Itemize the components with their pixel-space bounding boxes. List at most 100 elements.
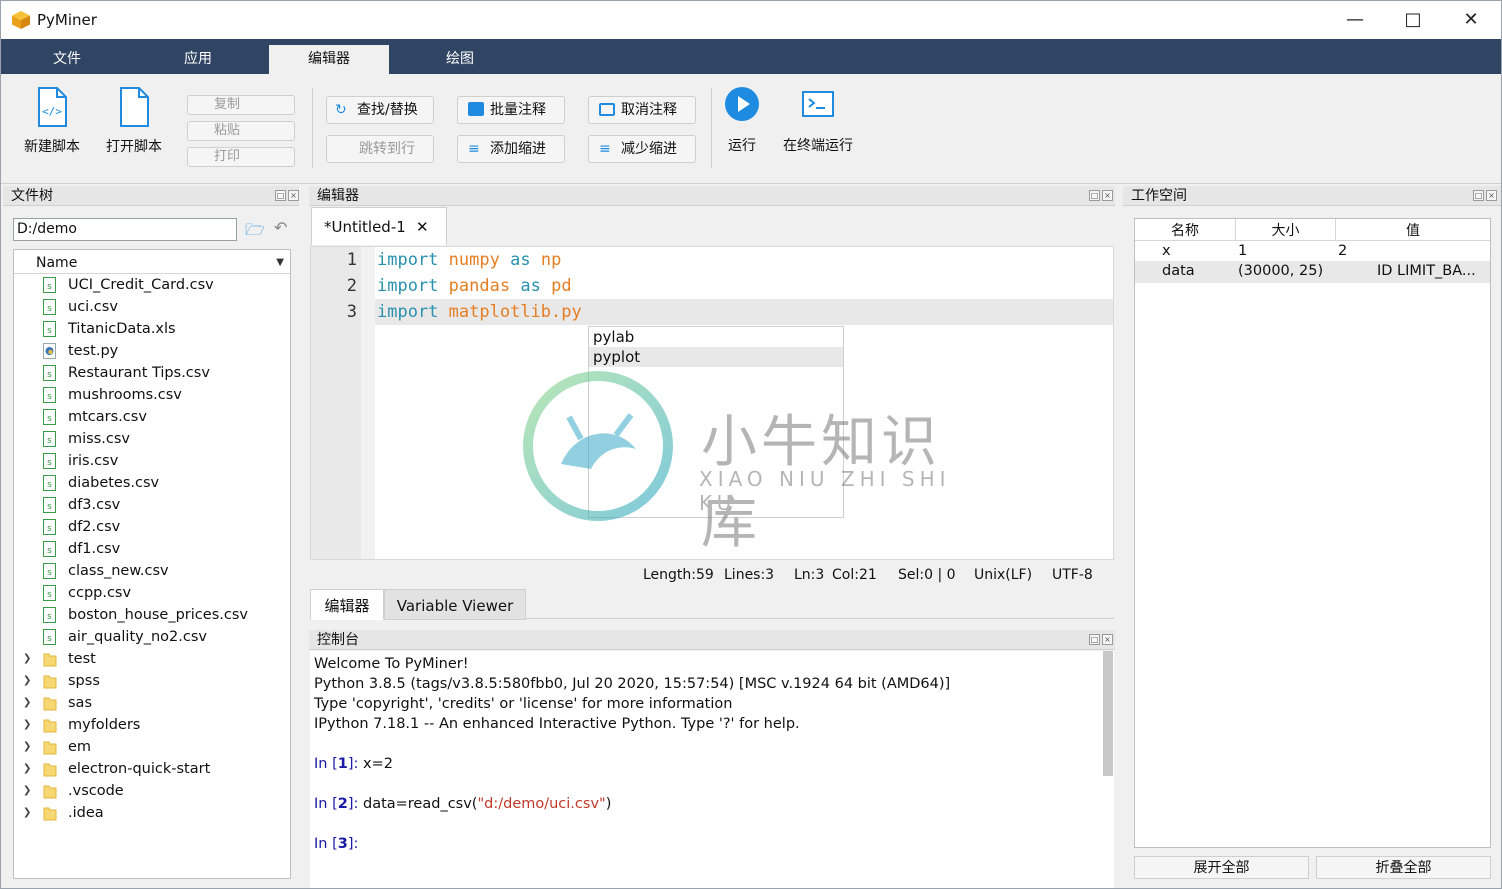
tree-item-label: class_new.csv [68, 563, 169, 579]
tree-file-item[interactable]: s mushrooms.csv [14, 384, 290, 406]
close-icon[interactable]: × [1486, 190, 1497, 201]
open-script-button[interactable]: 打开脚本 [101, 86, 167, 156]
workspace-cell[interactable]: ID LIMIT_BA... [1377, 263, 1476, 279]
tree-file-item[interactable]: s boston_house_prices.csv [14, 604, 290, 626]
minimize-button[interactable]: — [1326, 1, 1384, 39]
chevron-right-icon[interactable]: ❯ [23, 670, 31, 692]
tree-file-item[interactable]: s iris.csv [14, 450, 290, 472]
float-icon[interactable]: □ [275, 190, 286, 201]
new-script-icon: </> [38, 87, 67, 127]
goto-line-button[interactable]: 跳转到行 [326, 135, 434, 163]
console-input-3[interactable]: In [3]: [314, 836, 358, 852]
chevron-right-icon[interactable]: ❯ [23, 802, 31, 824]
tree-item-label: diabetes.csv [68, 475, 160, 491]
autocomplete-item[interactable]: pyplot [589, 347, 843, 367]
tree-item-label: .vscode [68, 783, 124, 799]
workspace-cell[interactable]: 2 [1338, 243, 1347, 259]
workspace-col-size[interactable]: 大小 [1236, 219, 1336, 241]
spreadsheet-file-icon: s [43, 629, 56, 645]
tree-file-item[interactable]: s Restaurant Tips.csv [14, 362, 290, 384]
tree-folder-item[interactable]: ❯ .idea [14, 802, 290, 824]
open-folder-icon[interactable]: 🗁 [245, 219, 265, 246]
refresh-icon[interactable]: ↶ [274, 218, 287, 237]
tree-header[interactable]: Name ▼ [14, 250, 290, 274]
chevron-right-icon[interactable]: ❯ [23, 780, 31, 802]
tree-file-item[interactable]: s df3.csv [14, 494, 290, 516]
tree-file-item[interactable]: s ccpp.csv [14, 582, 290, 604]
ipython-console[interactable]: Welcome To PyMiner! Python 3.8.5 (tags/v… [310, 651, 1114, 888]
tree-item-label: miss.csv [68, 431, 130, 447]
toolbar-divider [711, 88, 712, 168]
autocomplete-item[interactable]: pylab [589, 327, 843, 347]
tab-apps[interactable]: 应用 [158, 39, 238, 74]
sort-down-icon: ▼ [276, 257, 284, 268]
chevron-right-icon[interactable]: ❯ [23, 714, 31, 736]
chevron-right-icon[interactable]: ❯ [23, 758, 31, 780]
paste-button[interactable]: 粘贴 [187, 121, 295, 141]
workspace-col-value[interactable]: 值 [1336, 219, 1490, 241]
workspace-cell[interactable]: x [1162, 243, 1171, 259]
tree-item-label: sas [68, 695, 92, 711]
tab-plot[interactable]: 绘图 [420, 39, 500, 74]
tab-editor[interactable]: 编辑器 [269, 45, 389, 74]
tab-variable-viewer[interactable]: Variable Viewer [384, 589, 526, 620]
tree-item-label: mushrooms.csv [68, 387, 182, 403]
chevron-right-icon[interactable]: ❯ [23, 736, 31, 758]
tree-folder-item[interactable]: ❯ .vscode [14, 780, 290, 802]
tree-file-item[interactable]: s diabetes.csv [14, 472, 290, 494]
console-scrollbar[interactable] [1103, 651, 1113, 776]
workspace-cell[interactable]: (30000, 25) [1238, 263, 1323, 279]
chevron-right-icon[interactable]: ❯ [23, 692, 31, 714]
expand-all-button[interactable]: 展开全部 [1134, 856, 1309, 879]
reduce-indent-button[interactable]: ≡ 减少缩进 [588, 135, 696, 163]
batch-comment-button[interactable]: 批量注释 [457, 96, 565, 124]
new-script-button[interactable]: </> 新建脚本 [19, 86, 85, 156]
tree-file-item[interactable]: s df2.csv [14, 516, 290, 538]
tree-item-label: df1.csv [68, 541, 121, 557]
close-button[interactable]: ✕ [1442, 1, 1500, 39]
tree-folder-item[interactable]: ❯ myfolders [14, 714, 290, 736]
tree-file-item[interactable]: s df1.csv [14, 538, 290, 560]
print-button[interactable]: 打印 [187, 147, 295, 167]
run-in-terminal-button[interactable]: 在终端运行 [777, 86, 859, 155]
copy-button[interactable]: 复制 [187, 95, 295, 115]
collapse-all-button[interactable]: 折叠全部 [1316, 856, 1491, 879]
workspace-cell[interactable]: data [1162, 263, 1195, 279]
tree-folder-item[interactable]: ❯ sas [14, 692, 290, 714]
workspace-col-name[interactable]: 名称 [1135, 219, 1236, 241]
tree-file-item[interactable]: s uci.csv [14, 296, 290, 318]
tree-file-item[interactable]: s miss.csv [14, 428, 290, 450]
tab-untitled-1[interactable]: *Untitled-1 ✕ [311, 207, 447, 245]
tab-file[interactable]: 文件 [27, 39, 107, 74]
tree-item-label: em [68, 739, 92, 755]
find-replace-button[interactable]: ↻ 查找/替换 [326, 96, 434, 124]
print-label: 打印 [214, 149, 241, 164]
tree-file-item[interactable]: s TitanicData.xls [14, 318, 290, 340]
close-tab-icon[interactable]: ✕ [416, 208, 429, 246]
close-icon[interactable]: × [1102, 190, 1113, 201]
workspace-cell[interactable]: 1 [1238, 243, 1247, 259]
tree-file-item[interactable]: s mtcars.csv [14, 406, 290, 428]
float-icon[interactable]: □ [1089, 190, 1100, 201]
chevron-right-icon[interactable]: ❯ [23, 648, 31, 670]
tree-file-item[interactable]: s UCI_Credit_Card.csv [14, 274, 290, 296]
maximize-button[interactable]: □ [1384, 1, 1442, 39]
uncomment-button[interactable]: 取消注释 [588, 96, 696, 124]
tree-folder-item[interactable]: ❯ electron-quick-start [14, 758, 290, 780]
path-input[interactable]: D:/demo [13, 218, 237, 241]
reduce-indent-label: 减少缩进 [621, 141, 677, 157]
tree-folder-item[interactable]: ❯ spss [14, 670, 290, 692]
tree-folder-item[interactable]: ❯ test [14, 648, 290, 670]
float-icon[interactable]: □ [1473, 190, 1484, 201]
tree-file-item[interactable]: s class_new.csv [14, 560, 290, 582]
close-icon[interactable]: × [1102, 634, 1113, 645]
tree-file-item[interactable]: test.py [14, 340, 290, 362]
run-button[interactable]: 运行 [719, 86, 765, 155]
tree-file-item[interactable]: s air_quality_no2.csv [14, 626, 290, 648]
close-icon[interactable]: × [288, 190, 299, 201]
tab-editor-view[interactable]: 编辑器 [310, 589, 384, 620]
add-indent-button[interactable]: ≡ 添加缩进 [457, 135, 565, 163]
float-icon[interactable]: □ [1089, 634, 1100, 645]
tree-folder-item[interactable]: ❯ em [14, 736, 290, 758]
workspace-title: 工作空间 □ × [1123, 186, 1501, 206]
